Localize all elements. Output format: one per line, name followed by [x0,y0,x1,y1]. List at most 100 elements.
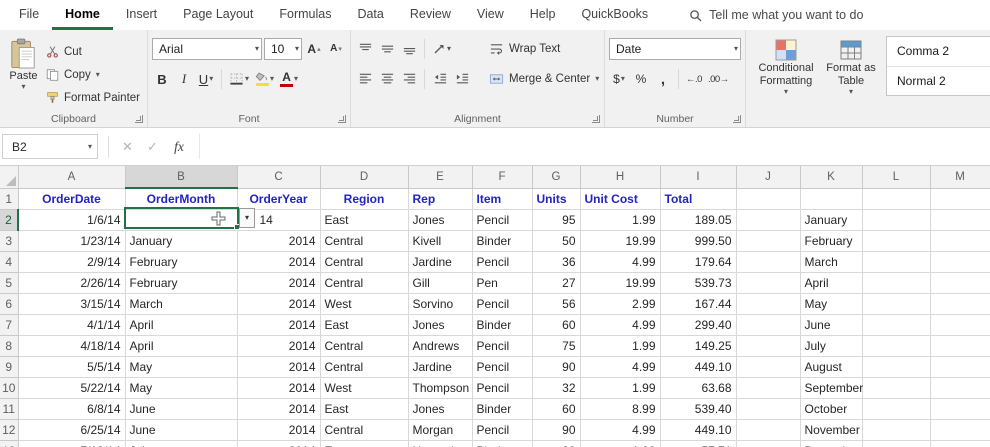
cell-M10[interactable] [930,377,990,399]
cell-H12[interactable]: 4.99 [580,419,661,441]
cell-G8[interactable]: 75 [532,335,581,357]
cell-B5[interactable]: February [125,272,238,294]
conditional-formatting-dropdown-icon[interactable]: ▾ [784,88,788,96]
number-dialog-launcher[interactable] [733,115,741,123]
font-name-dropdown-icon[interactable]: ▾ [255,45,259,53]
font-name-combo[interactable]: Arial ▾ [152,38,262,60]
cell-E9[interactable]: Jardine [408,356,473,378]
cell-B4[interactable]: February [125,251,238,273]
cell-J5[interactable] [736,272,801,294]
accounting-dropdown-icon[interactable]: ▾ [621,75,625,83]
cell-M3[interactable] [930,230,990,252]
increase-decimal-button[interactable]: ←.0 [684,68,704,90]
column-header-F[interactable]: F [472,166,533,189]
cell-C6[interactable]: 2014 [237,293,321,315]
tell-me-search[interactable]: Tell me what you want to do [689,0,863,30]
cell-E10[interactable]: Thompson [408,377,473,399]
row-header-2[interactable]: 2 [0,209,19,231]
cell-D9[interactable]: Central [320,356,409,378]
cell-A8[interactable]: 4/18/14 [18,335,126,357]
cell-B10[interactable]: May [125,377,238,399]
cell-A9[interactable]: 5/5/14 [18,356,126,378]
borders-button[interactable]: ▾ [227,68,251,90]
cell-E8[interactable]: Andrews [408,335,473,357]
cell-C8[interactable]: 2014 [237,335,321,357]
underline-dropdown-icon[interactable]: ▾ [209,75,213,83]
cell-G4[interactable]: 36 [532,251,581,273]
cell-H11[interactable]: 8.99 [580,398,661,420]
cell-C1[interactable]: OrderYear [237,188,321,210]
cell-I12[interactable]: 449.10 [660,419,737,441]
column-header-J[interactable]: J [736,166,801,189]
cell-G12[interactable]: 90 [532,419,581,441]
cell-G10[interactable]: 32 [532,377,581,399]
cell-E12[interactable]: Morgan [408,419,473,441]
tab-file[interactable]: File [6,0,52,30]
cell-H8[interactable]: 1.99 [580,335,661,357]
tab-insert[interactable]: Insert [113,0,170,30]
cell-G13[interactable]: 29 [532,440,581,447]
cell-style-normal2[interactable]: Normal 2 [887,65,990,96]
cell-M13[interactable] [930,440,990,447]
cell-M2[interactable] [930,209,990,231]
cell-B6[interactable]: March [125,293,238,315]
cell-E4[interactable]: Jardine [408,251,473,273]
cell-A12[interactable]: 6/25/14 [18,419,126,441]
cell-D12[interactable]: Central [320,419,409,441]
column-header-I[interactable]: I [660,166,737,189]
wrap-text-button[interactable]: Wrap Text [486,39,563,60]
cell-I10[interactable]: 63.68 [660,377,737,399]
orientation-button[interactable]: ▾ [430,38,453,60]
cell-D3[interactable]: Central [320,230,409,252]
cell-C12[interactable]: 2014 [237,419,321,441]
shrink-font-button[interactable]: A ▾ [326,38,346,60]
column-header-G[interactable]: G [532,166,581,189]
format-as-table-dropdown-icon[interactable]: ▾ [849,88,853,96]
cell-K3[interactable]: February [800,230,863,252]
italic-button[interactable]: I [174,68,194,90]
cell-K11[interactable]: October [800,398,863,420]
cell-L8[interactable] [862,335,931,357]
percent-style-button[interactable]: % [631,68,651,90]
cell-J2[interactable] [736,209,801,231]
cell-M4[interactable] [930,251,990,273]
cell-G7[interactable]: 60 [532,314,581,336]
cell-A1[interactable]: OrderDate [18,188,126,210]
cell-D13[interactable]: East [320,440,409,447]
row-header-8[interactable]: 8 [0,335,19,357]
cell-H5[interactable]: 19.99 [580,272,661,294]
name-box-dropdown-icon[interactable]: ▾ [88,142,92,151]
borders-dropdown-icon[interactable]: ▾ [245,75,249,83]
cell-I13[interactable]: 57.71 [660,440,737,447]
cut-button[interactable]: Cut [43,41,143,62]
align-left-button[interactable] [355,68,375,90]
copy-button[interactable]: Copy ▾ [43,64,143,85]
cell-F11[interactable]: Binder [472,398,533,420]
cell-M5[interactable] [930,272,990,294]
format-painter-button[interactable]: Format Painter [43,87,143,108]
cell-K2[interactable]: January [800,209,863,231]
row-header-10[interactable]: 10 [0,377,19,399]
cell-L9[interactable] [862,356,931,378]
cell-H13[interactable]: 1.99 [580,440,661,447]
cell-J6[interactable] [736,293,801,315]
cancel-button[interactable]: ✕ [115,139,140,155]
cell-B11[interactable]: June [125,398,238,420]
cell-M8[interactable] [930,335,990,357]
row-header-12[interactable]: 12 [0,419,19,441]
cell-D6[interactable]: West [320,293,409,315]
cell-I8[interactable]: 149.25 [660,335,737,357]
cell-E13[interactable]: Howard [408,440,473,447]
number-format-dropdown-icon[interactable]: ▾ [734,45,738,53]
cell-G1[interactable]: Units [532,188,581,210]
cell-B8[interactable]: April [125,335,238,357]
cell-D8[interactable]: Central [320,335,409,357]
align-right-button[interactable] [399,68,419,90]
cell-E1[interactable]: Rep [408,188,473,210]
cell-A10[interactable]: 5/22/14 [18,377,126,399]
select-all-corner[interactable] [0,166,19,189]
tab-view[interactable]: View [464,0,517,30]
cell-H10[interactable]: 1.99 [580,377,661,399]
cell-K6[interactable]: May [800,293,863,315]
cell-F9[interactable]: Pencil [472,356,533,378]
